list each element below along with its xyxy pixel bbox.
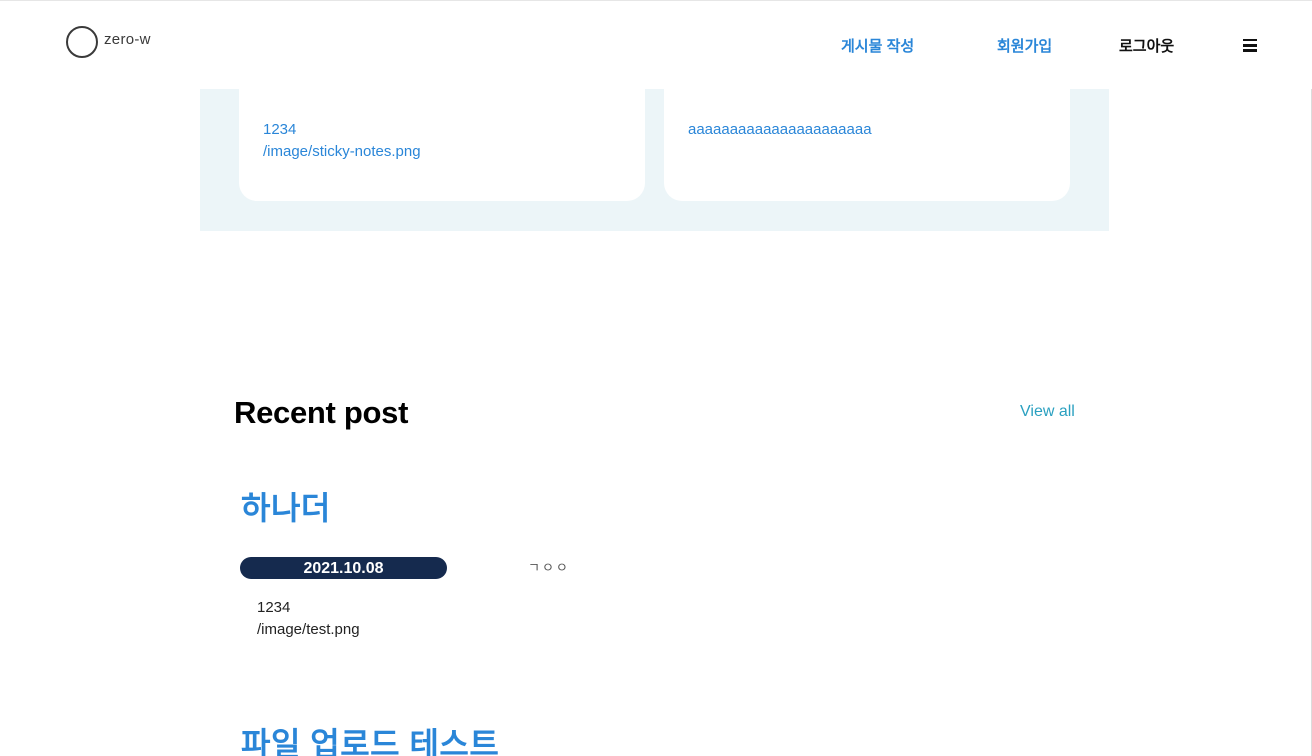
hamburger-menu-icon[interactable]: [1243, 39, 1257, 52]
post-body-line: 1234: [257, 599, 291, 616]
nav-logout[interactable]: 로그아웃: [1119, 35, 1174, 56]
card-text: /image/sticky-notes.png: [263, 143, 421, 160]
nav-write-post[interactable]: 게시물 작성: [841, 35, 914, 56]
card-text: aaaaaaaaaaaaaaaaaaaaaa: [688, 121, 872, 138]
logo-text: zero-w: [104, 31, 151, 48]
page: zero-w 게시물 작성 회원가입 로그아웃 1234 /image/stic…: [0, 0, 1312, 756]
view-all-link[interactable]: View all: [1020, 403, 1075, 421]
post-title[interactable]: 파일 업로드 테스트: [241, 719, 499, 756]
nav-signup[interactable]: 회원가입: [997, 35, 1052, 56]
card-text: 1234: [263, 121, 297, 138]
featured-card[interactable]: 1234 /image/sticky-notes.png: [239, 89, 645, 201]
site-header: zero-w 게시물 작성 회원가입 로그아웃: [0, 1, 1312, 89]
post-body: 1234 /image/test.png: [257, 597, 360, 641]
post-snippet: ㄱㅇㅇ: [528, 560, 570, 575]
featured-panel: 1234 /image/sticky-notes.png aaaaaaaaaaa…: [200, 89, 1109, 231]
post-body-line: /image/test.png: [257, 621, 360, 638]
featured-card[interactable]: aaaaaaaaaaaaaaaaaaaaaa: [664, 89, 1070, 201]
post-title[interactable]: 하나더: [241, 483, 331, 529]
date-badge: 2021.10.08: [240, 557, 447, 579]
recent-post-heading: Recent post: [234, 395, 409, 430]
logo-link[interactable]: zero-w: [66, 26, 151, 58]
logo-circle-icon: [66, 26, 98, 58]
